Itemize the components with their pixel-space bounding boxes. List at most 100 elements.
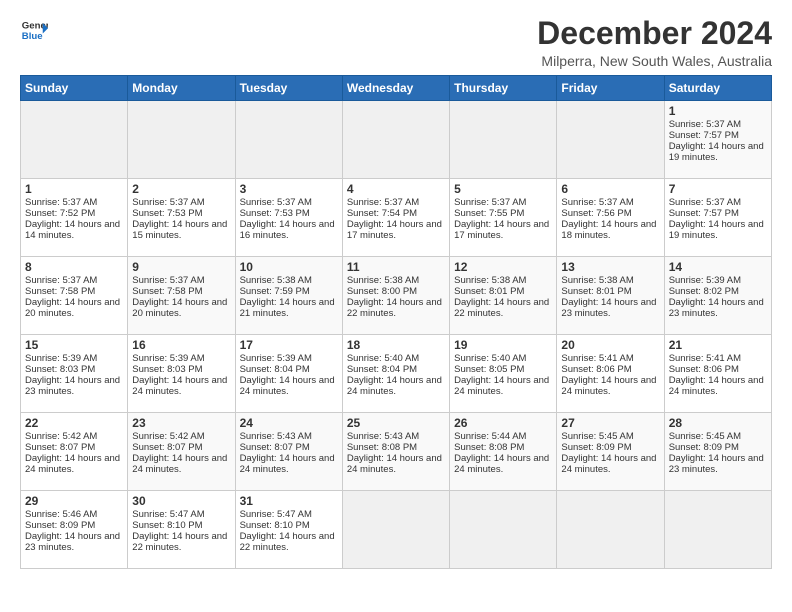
sunrise-text: Sunrise: 5:45 AM (669, 431, 741, 442)
col-monday: Monday (128, 76, 235, 101)
day-cell (342, 491, 449, 569)
daylight-text: Daylight: 14 hours and 22 minutes. (454, 297, 549, 319)
sunset-text: Sunset: 8:02 PM (669, 286, 739, 297)
day-cell: 21 Sunrise: 5:41 AM Sunset: 8:06 PM Dayl… (664, 335, 771, 413)
week-row-6: 29 Sunrise: 5:46 AM Sunset: 8:09 PM Dayl… (21, 491, 772, 569)
sunrise-text: Sunrise: 5:42 AM (132, 431, 204, 442)
week-row-2: 1 Sunrise: 5:37 AM Sunset: 7:52 PM Dayli… (21, 179, 772, 257)
day-number: 21 (669, 338, 767, 352)
sunrise-text: Sunrise: 5:38 AM (561, 275, 633, 286)
sunset-text: Sunset: 8:00 PM (347, 286, 417, 297)
day-number: 8 (25, 260, 123, 274)
day-cell: 20 Sunrise: 5:41 AM Sunset: 8:06 PM Dayl… (557, 335, 664, 413)
sunrise-text: Sunrise: 5:37 AM (240, 197, 312, 208)
day-number: 1 (669, 104, 767, 118)
day-number: 13 (561, 260, 659, 274)
calendar-title: December 2024 (537, 16, 772, 51)
day-cell: 1 Sunrise: 5:37 AM Sunset: 7:57 PM Dayli… (664, 101, 771, 179)
col-tuesday: Tuesday (235, 76, 342, 101)
sunrise-text: Sunrise: 5:46 AM (25, 509, 97, 520)
day-number: 1 (25, 182, 123, 196)
sunrise-text: Sunrise: 5:38 AM (240, 275, 312, 286)
day-cell: 1 Sunrise: 5:37 AM Sunset: 7:52 PM Dayli… (21, 179, 128, 257)
calendar-page: General Blue December 2024 Milperra, New… (0, 0, 792, 612)
daylight-text: Daylight: 14 hours and 24 minutes. (561, 375, 656, 397)
day-number: 10 (240, 260, 338, 274)
day-number: 16 (132, 338, 230, 352)
sunset-text: Sunset: 8:07 PM (132, 442, 202, 453)
sunrise-text: Sunrise: 5:39 AM (25, 353, 97, 364)
col-saturday: Saturday (664, 76, 771, 101)
sunrise-text: Sunrise: 5:37 AM (132, 275, 204, 286)
logo-icon: General Blue (20, 16, 48, 44)
day-cell (235, 101, 342, 179)
day-cell: 12 Sunrise: 5:38 AM Sunset: 8:01 PM Dayl… (450, 257, 557, 335)
daylight-text: Daylight: 14 hours and 24 minutes. (454, 375, 549, 397)
day-cell: 16 Sunrise: 5:39 AM Sunset: 8:03 PM Dayl… (128, 335, 235, 413)
col-sunday: Sunday (21, 76, 128, 101)
daylight-text: Daylight: 14 hours and 19 minutes. (669, 219, 764, 241)
day-cell: 3 Sunrise: 5:37 AM Sunset: 7:53 PM Dayli… (235, 179, 342, 257)
day-cell: 11 Sunrise: 5:38 AM Sunset: 8:00 PM Dayl… (342, 257, 449, 335)
day-cell: 17 Sunrise: 5:39 AM Sunset: 8:04 PM Dayl… (235, 335, 342, 413)
sunset-text: Sunset: 7:58 PM (25, 286, 95, 297)
sunset-text: Sunset: 7:53 PM (132, 208, 202, 219)
sunset-text: Sunset: 8:09 PM (669, 442, 739, 453)
daylight-text: Daylight: 14 hours and 24 minutes. (347, 375, 442, 397)
day-cell: 25 Sunrise: 5:43 AM Sunset: 8:08 PM Dayl… (342, 413, 449, 491)
day-number: 5 (454, 182, 552, 196)
daylight-text: Daylight: 14 hours and 22 minutes. (240, 531, 335, 553)
sunset-text: Sunset: 7:58 PM (132, 286, 202, 297)
col-thursday: Thursday (450, 76, 557, 101)
day-cell (450, 491, 557, 569)
sunset-text: Sunset: 8:06 PM (561, 364, 631, 375)
week-row-3: 8 Sunrise: 5:37 AM Sunset: 7:58 PM Dayli… (21, 257, 772, 335)
sunset-text: Sunset: 8:07 PM (240, 442, 310, 453)
daylight-text: Daylight: 14 hours and 24 minutes. (454, 453, 549, 475)
col-friday: Friday (557, 76, 664, 101)
daylight-text: Daylight: 14 hours and 23 minutes. (669, 453, 764, 475)
sunrise-text: Sunrise: 5:37 AM (132, 197, 204, 208)
daylight-text: Daylight: 14 hours and 20 minutes. (25, 297, 120, 319)
day-cell: 13 Sunrise: 5:38 AM Sunset: 8:01 PM Dayl… (557, 257, 664, 335)
daylight-text: Daylight: 14 hours and 20 minutes. (132, 297, 227, 319)
day-number: 7 (669, 182, 767, 196)
day-number: 15 (25, 338, 123, 352)
sunrise-text: Sunrise: 5:38 AM (454, 275, 526, 286)
sunset-text: Sunset: 7:59 PM (240, 286, 310, 297)
day-cell (557, 101, 664, 179)
sunrise-text: Sunrise: 5:44 AM (454, 431, 526, 442)
sunrise-text: Sunrise: 5:47 AM (132, 509, 204, 520)
sunset-text: Sunset: 7:57 PM (669, 130, 739, 141)
daylight-text: Daylight: 14 hours and 24 minutes. (347, 453, 442, 475)
daylight-text: Daylight: 14 hours and 16 minutes. (240, 219, 335, 241)
daylight-text: Daylight: 14 hours and 23 minutes. (561, 297, 656, 319)
day-number: 4 (347, 182, 445, 196)
sunrise-text: Sunrise: 5:40 AM (347, 353, 419, 364)
daylight-text: Daylight: 14 hours and 23 minutes. (25, 531, 120, 553)
week-row-4: 15 Sunrise: 5:39 AM Sunset: 8:03 PM Dayl… (21, 335, 772, 413)
day-number: 9 (132, 260, 230, 274)
day-cell (557, 491, 664, 569)
sunset-text: Sunset: 8:09 PM (561, 442, 631, 453)
day-number: 27 (561, 416, 659, 430)
day-cell: 10 Sunrise: 5:38 AM Sunset: 7:59 PM Dayl… (235, 257, 342, 335)
sunrise-text: Sunrise: 5:38 AM (347, 275, 419, 286)
daylight-text: Daylight: 14 hours and 23 minutes. (669, 297, 764, 319)
sunset-text: Sunset: 8:10 PM (240, 520, 310, 531)
sunrise-text: Sunrise: 5:42 AM (25, 431, 97, 442)
sunrise-text: Sunrise: 5:39 AM (669, 275, 741, 286)
daylight-text: Daylight: 14 hours and 17 minutes. (347, 219, 442, 241)
day-cell: 22 Sunrise: 5:42 AM Sunset: 8:07 PM Dayl… (21, 413, 128, 491)
sunset-text: Sunset: 8:08 PM (454, 442, 524, 453)
day-number: 23 (132, 416, 230, 430)
sunrise-text: Sunrise: 5:37 AM (669, 119, 741, 130)
daylight-text: Daylight: 14 hours and 24 minutes. (240, 375, 335, 397)
daylight-text: Daylight: 14 hours and 24 minutes. (669, 375, 764, 397)
sunrise-text: Sunrise: 5:43 AM (240, 431, 312, 442)
day-cell: 14 Sunrise: 5:39 AM Sunset: 8:02 PM Dayl… (664, 257, 771, 335)
sunrise-text: Sunrise: 5:40 AM (454, 353, 526, 364)
sunrise-text: Sunrise: 5:37 AM (25, 275, 97, 286)
calendar-subtitle: Milperra, New South Wales, Australia (537, 53, 772, 69)
daylight-text: Daylight: 14 hours and 22 minutes. (132, 531, 227, 553)
